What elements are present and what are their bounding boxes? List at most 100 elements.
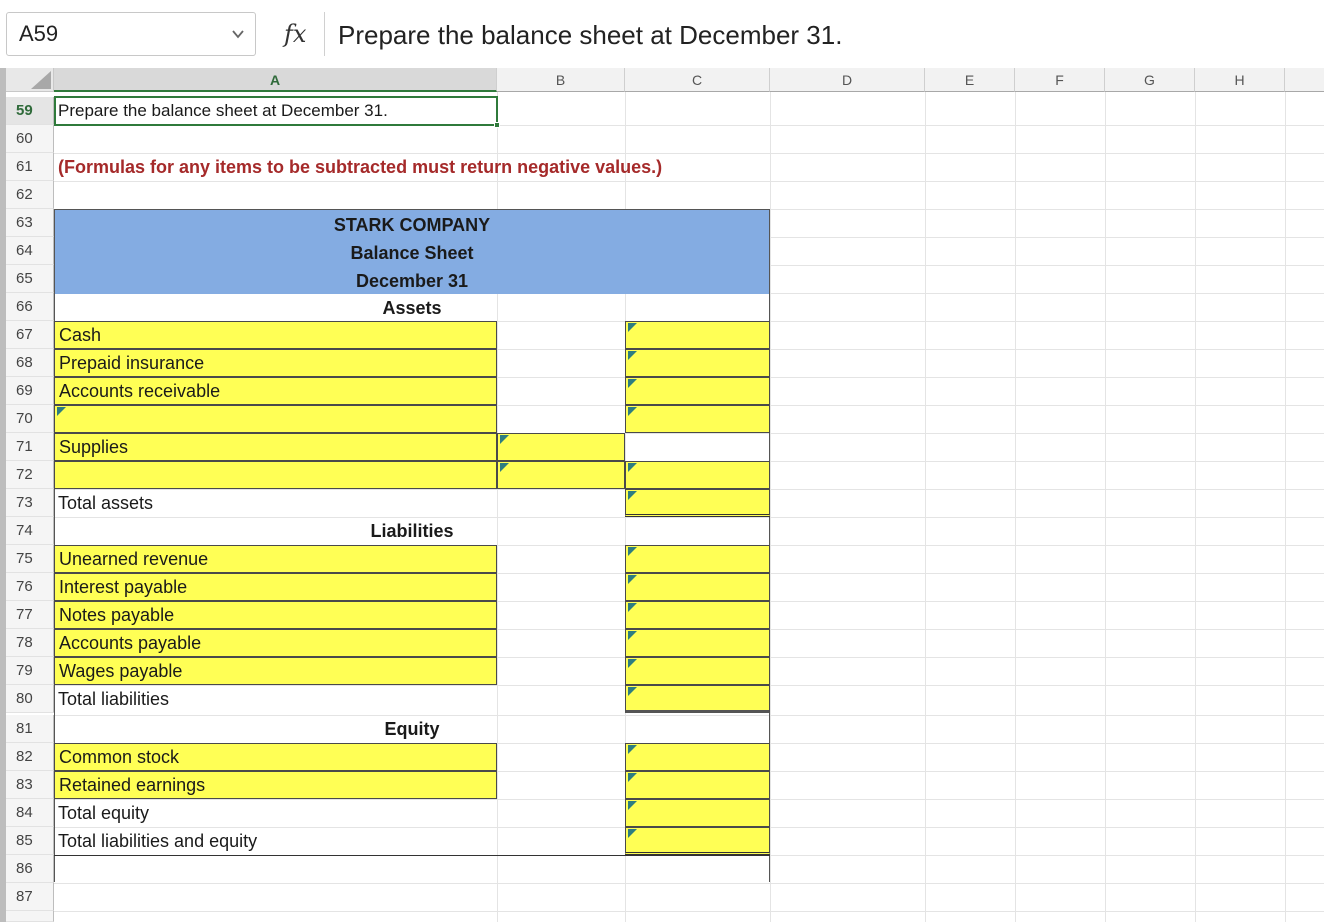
gridline xyxy=(1195,92,1196,922)
row-header[interactable]: 74 xyxy=(6,517,54,545)
gridline xyxy=(1285,92,1286,922)
label-total-assets: Total assets xyxy=(58,492,154,513)
input-total-liabilities-equity[interactable] xyxy=(625,827,770,855)
input-interest-payable[interactable] xyxy=(625,573,770,601)
input-total-assets[interactable] xyxy=(625,489,770,517)
row-header[interactable] xyxy=(6,911,54,922)
fx-icon[interactable]: fx xyxy=(284,20,306,48)
column-header-next[interactable] xyxy=(1285,68,1324,92)
row-header[interactable]: 69 xyxy=(6,377,54,405)
input-wages-payable[interactable] xyxy=(625,657,770,685)
gridline xyxy=(925,92,926,922)
row-header[interactable]: 71 xyxy=(6,433,54,461)
row-header[interactable]: 78 xyxy=(6,629,54,657)
row-header[interactable]: 82 xyxy=(6,743,54,771)
section-assets: Assets xyxy=(382,297,442,318)
row-header[interactable]: 81 xyxy=(6,715,54,743)
row-header[interactable]: 65 xyxy=(6,265,54,293)
section-equity: Equity xyxy=(384,718,440,739)
column-header-e[interactable]: E xyxy=(925,68,1015,92)
input-notes-payable[interactable] xyxy=(625,601,770,629)
row-header[interactable]: 73 xyxy=(6,489,54,517)
input-row-70[interactable] xyxy=(625,405,770,433)
column-header-g[interactable]: G xyxy=(1105,68,1195,92)
gridline xyxy=(54,181,1324,182)
statement-date: December 31 xyxy=(355,270,469,291)
cell-selection xyxy=(54,96,500,128)
comment-marker-icon xyxy=(628,773,637,782)
input-row-72-b[interactable] xyxy=(497,461,625,489)
row-header[interactable]: 59 xyxy=(6,97,54,125)
row-header[interactable]: 63 xyxy=(6,209,54,237)
comment-marker-icon xyxy=(628,323,637,332)
label-unearned-revenue[interactable]: Unearned revenue xyxy=(54,545,497,573)
label-common-stock[interactable]: Common stock xyxy=(54,743,497,771)
select-all-corner[interactable] xyxy=(6,68,54,92)
column-header-a[interactable]: A xyxy=(54,68,497,92)
row-header[interactable]: 75 xyxy=(6,545,54,573)
row-header[interactable]: 83 xyxy=(6,771,54,799)
input-row-72-c[interactable] xyxy=(625,461,770,489)
label-accounts-receivable[interactable]: Accounts receivable xyxy=(54,377,497,405)
row-header[interactable]: 76 xyxy=(6,573,54,601)
row-header[interactable]: 61 xyxy=(6,153,54,181)
row-header[interactable]: 84 xyxy=(6,799,54,827)
name-box[interactable]: A59 xyxy=(6,12,256,56)
comment-marker-icon xyxy=(628,631,637,640)
label-total-liabilities: Total liabilities xyxy=(58,688,170,709)
input-total-liabilities[interactable] xyxy=(625,685,770,713)
comment-marker-icon xyxy=(628,491,637,500)
cell-reference: A59 xyxy=(19,21,59,46)
column-header-f[interactable]: F xyxy=(1015,68,1105,92)
comment-marker-icon xyxy=(628,829,637,838)
formula-input[interactable]: Prepare the balance sheet at December 31… xyxy=(338,20,842,51)
fill-handle[interactable] xyxy=(494,122,500,128)
label-wages-payable[interactable]: Wages payable xyxy=(54,657,497,685)
row-header[interactable]: 80 xyxy=(6,685,54,713)
comment-marker-icon xyxy=(628,659,637,668)
row-header[interactable]: 66 xyxy=(6,293,54,321)
input-supplies-b[interactable] xyxy=(497,433,625,461)
input-common-stock[interactable] xyxy=(625,743,770,771)
label-blank-72[interactable] xyxy=(54,461,497,489)
select-all-icon xyxy=(31,71,51,89)
input-cash[interactable] xyxy=(625,321,770,349)
input-accounts-payable[interactable] xyxy=(625,629,770,657)
comment-marker-icon xyxy=(628,407,637,416)
row-header[interactable]: 87 xyxy=(6,883,54,911)
column-header-h[interactable]: H xyxy=(1195,68,1285,92)
row-header[interactable]: 79 xyxy=(6,657,54,685)
column-header-d[interactable]: D xyxy=(770,68,925,92)
label-supplies[interactable]: Supplies xyxy=(54,433,497,461)
input-retained-earnings[interactable] xyxy=(625,771,770,799)
column-header-b[interactable]: B xyxy=(497,68,625,92)
label-blank-70[interactable] xyxy=(54,405,497,433)
comment-marker-icon xyxy=(628,687,637,696)
label-prepaid-insurance[interactable]: Prepaid insurance xyxy=(54,349,497,377)
row-header[interactable]: 77 xyxy=(6,601,54,629)
row-header[interactable]: 64 xyxy=(6,237,54,265)
label-accounts-payable[interactable]: Accounts payable xyxy=(54,629,497,657)
chevron-down-icon[interactable] xyxy=(231,27,245,41)
row-header[interactable]: 60 xyxy=(6,125,54,153)
row-header[interactable]: 67 xyxy=(6,321,54,349)
input-accounts-receivable[interactable] xyxy=(625,377,770,405)
column-header-c[interactable]: C xyxy=(625,68,770,92)
gridline xyxy=(54,883,1324,884)
label-interest-payable[interactable]: Interest payable xyxy=(54,573,497,601)
row-header[interactable]: 68 xyxy=(6,349,54,377)
input-prepaid-insurance[interactable] xyxy=(625,349,770,377)
input-unearned-revenue[interactable] xyxy=(625,545,770,573)
row-header[interactable]: 70 xyxy=(6,405,54,433)
spreadsheet-grid: A B C D E F G H 59 60 61 62 63 64 65 66 … xyxy=(0,68,1324,922)
row-header[interactable]: 72 xyxy=(6,461,54,489)
input-total-equity[interactable] xyxy=(625,799,770,827)
label-retained-earnings[interactable]: Retained earnings xyxy=(54,771,497,799)
row-header[interactable]: 86 xyxy=(6,855,54,883)
label-notes-payable[interactable]: Notes payable xyxy=(54,601,497,629)
instruction-note: (Formulas for any items to be subtracted… xyxy=(58,156,663,177)
label-cash[interactable]: Cash xyxy=(54,321,497,349)
row-header[interactable]: 85 xyxy=(6,827,54,855)
row-header[interactable]: 62 xyxy=(6,181,54,209)
statement-title: Balance Sheet xyxy=(350,242,474,263)
